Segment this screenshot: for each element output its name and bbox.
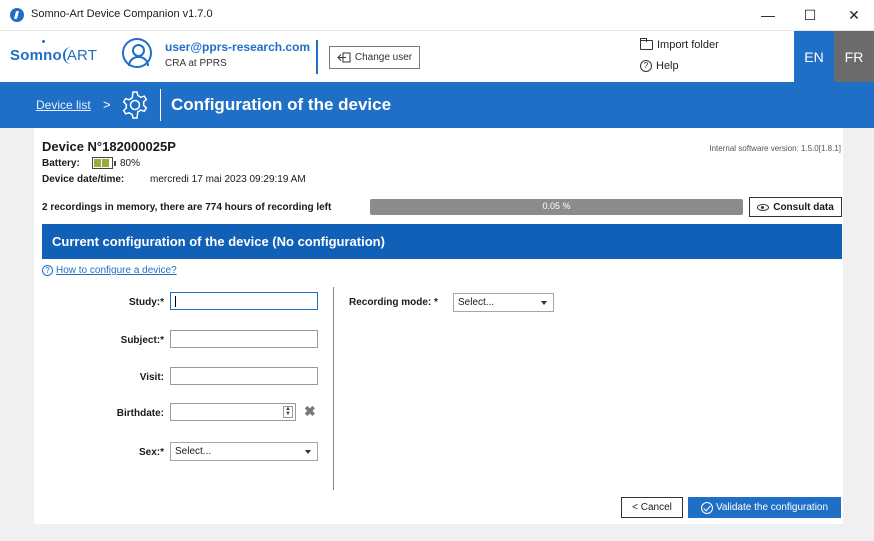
consult-data-label: Consult data (773, 201, 834, 213)
app-logo-icon (10, 8, 24, 22)
text-caret (175, 296, 176, 307)
window-title: Somno-Art Device Companion v1.7.0 (31, 8, 213, 20)
header-divider (316, 40, 318, 74)
battery-percent: 80% (120, 158, 141, 169)
sex-select-value: Select... (175, 446, 212, 457)
birthdate-input[interactable]: ▲ ▼ (170, 403, 296, 421)
memory-progress-bar: 0.05 % (370, 199, 743, 215)
memory-progress-text: 0.05 % (542, 201, 571, 211)
user-role: CRA at PPRS (165, 58, 227, 69)
maximize-button[interactable]: ☐ (792, 0, 828, 30)
validate-label: Validate the configuration (715, 502, 829, 513)
device-panel (34, 128, 843, 524)
check-circle-icon (700, 501, 713, 514)
software-version: Internal software version: 1.5.0[1.8.1] (709, 144, 841, 153)
sex-label: Sex:* (138, 447, 164, 458)
banner-divider (160, 89, 161, 121)
config-title: Current configuration of the device (No … (52, 234, 385, 249)
how-to-configure-link[interactable]: ? How to configure a device? (42, 265, 177, 276)
chevron-down-icon (541, 301, 547, 305)
clear-date-icon[interactable]: ✖ (304, 403, 316, 420)
form-divider (333, 287, 334, 490)
subject-input[interactable] (170, 330, 318, 348)
subject-label: Subject:* (120, 335, 164, 346)
close-button[interactable]: ✕ (836, 0, 872, 30)
logo-art-text: ART (62, 47, 98, 64)
battery-cell (102, 159, 109, 167)
page-banner: Device list > Configuration of the devic… (0, 82, 874, 128)
visit-input[interactable] (170, 367, 318, 385)
app-header: Somno ART user@pprs-research.com CRA at P… (0, 30, 874, 83)
config-header-bar: Current configuration of the device (No … (42, 224, 842, 259)
recording-mode-value: Select... (458, 297, 495, 308)
help-circle-icon: ? (42, 265, 53, 276)
validate-configuration-button[interactable]: Validate the configuration (688, 497, 841, 518)
language-fr-button[interactable]: FR (834, 31, 874, 83)
language-en-button[interactable]: EN (794, 31, 834, 83)
change-user-button[interactable]: Change user (329, 46, 420, 69)
battery-icon (92, 157, 116, 169)
logo-somno-text: Somno (10, 47, 62, 64)
minimize-button[interactable]: — (750, 0, 786, 30)
logout-arrow-icon (337, 52, 351, 63)
help-label: Help (656, 60, 679, 72)
how-to-configure-label: How to configure a device? (56, 265, 177, 276)
window-titlebar: Somno-Art Device Companion v1.7.0 — ☐ ✕ (0, 0, 874, 30)
study-input[interactable] (170, 292, 318, 310)
help-link[interactable]: ? Help (640, 60, 679, 72)
breadcrumb-separator: > (103, 97, 111, 112)
recording-mode-label: Recording mode: * (349, 297, 438, 308)
logo-dot (42, 40, 45, 43)
recording-info: 2 recordings in memory, there are 774 ho… (42, 202, 332, 213)
user-email: user@pprs-research.com (165, 40, 311, 54)
device-id: Device N°182000025P (42, 139, 176, 154)
folder-icon (640, 38, 653, 50)
birthdate-label: Birthdate: (116, 408, 164, 419)
visit-label: Visit: (139, 372, 164, 383)
breadcrumb-device-list-link[interactable]: Device list (36, 98, 91, 112)
page-title: Configuration of the device (171, 95, 392, 114)
help-icon: ? (640, 60, 652, 72)
cancel-button[interactable]: < Cancel (621, 497, 683, 518)
import-folder-link[interactable]: Import folder (640, 38, 719, 51)
recording-mode-select[interactable]: Select... (453, 293, 554, 312)
device-datetime-label: Device date/time: (42, 174, 125, 185)
eye-icon (757, 203, 770, 211)
import-folder-label: Import folder (657, 39, 719, 51)
gear-icon (122, 91, 148, 119)
change-user-label: Change user (354, 52, 413, 63)
battery-label: Battery: (42, 158, 80, 169)
date-spinner-icon[interactable]: ▲ ▼ (283, 406, 293, 418)
somno-art-logo: Somno ART (10, 47, 98, 64)
chevron-down-icon (305, 450, 311, 454)
device-datetime-value: mercredi 17 mai 2023 09:29:19 AM (150, 174, 306, 185)
user-avatar-icon (122, 38, 152, 68)
battery-cell (94, 159, 101, 167)
sex-select[interactable]: Select... (170, 442, 318, 461)
study-label: Study:* (129, 297, 164, 308)
consult-data-button[interactable]: Consult data (749, 197, 842, 217)
